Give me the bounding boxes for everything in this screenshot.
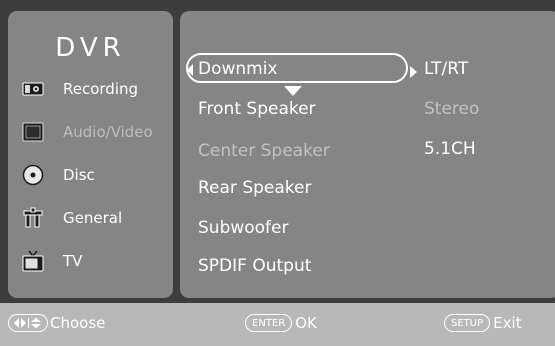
setting-downmix[interactable]: Downmix [198,59,278,79]
arrow-down-icon [284,86,302,96]
sidebar-item-label: Disc [63,166,95,184]
setting-center-speaker[interactable]: Center Speaker [198,141,330,161]
hint-choose: Choose [8,314,105,332]
setting-value-front-speaker[interactable]: Stereo [424,99,479,119]
setting-spdif-output[interactable]: SPDIF Output [198,256,311,276]
sidebar: DVR Recording Audio/Video Disc General T… [8,11,173,298]
setting-front-speaker[interactable]: Front Speaker [198,99,316,119]
brand-title: DVR [55,33,126,63]
arrow-left-icon [187,64,193,76]
monitor-icon [22,121,44,143]
sidebar-item-general[interactable]: General [8,200,173,236]
sidebar-item-label: TV [63,252,83,270]
arrow-right-icon [410,66,417,78]
sidebar-item-audio-video[interactable]: Audio/Video [8,114,173,150]
sidebar-item-label: General [63,209,123,227]
tv-icon [22,250,44,272]
nav-keys-icon [8,314,48,332]
choose-label: Choose [50,314,106,332]
hint-bar: Choose ENTER OK SETUP Exit [0,303,555,346]
osd-frame: DVR Recording Audio/Video Disc General T… [0,0,555,303]
ok-label: OK [295,314,317,332]
sidebar-item-recording[interactable]: Recording [8,71,173,107]
hint-exit: SETUP Exit [444,314,522,332]
sidebar-item-label: Audio/Video [63,123,153,141]
setting-rear-speaker[interactable]: Rear Speaker [198,178,311,198]
enter-key-badge: ENTER [245,314,293,332]
sidebar-item-disc[interactable]: Disc [8,157,173,193]
tape-deck-icon [22,78,44,100]
sidebar-item-label: Recording [63,80,139,98]
setup-key-badge: SETUP [444,314,491,332]
exit-label: Exit [493,314,522,332]
setting-value-downmix[interactable]: LT/RT [424,59,468,79]
settings-panel: Downmix LT/RT Front Speaker Stereo Cente… [180,11,555,298]
hint-ok: ENTER OK [245,314,317,332]
setting-value-center-speaker[interactable]: 5.1CH [424,139,476,159]
tools-icon [22,207,44,229]
sidebar-item-tv[interactable]: TV [8,243,173,279]
setting-subwoofer[interactable]: Subwoofer [198,218,289,238]
disc-icon [22,164,44,186]
